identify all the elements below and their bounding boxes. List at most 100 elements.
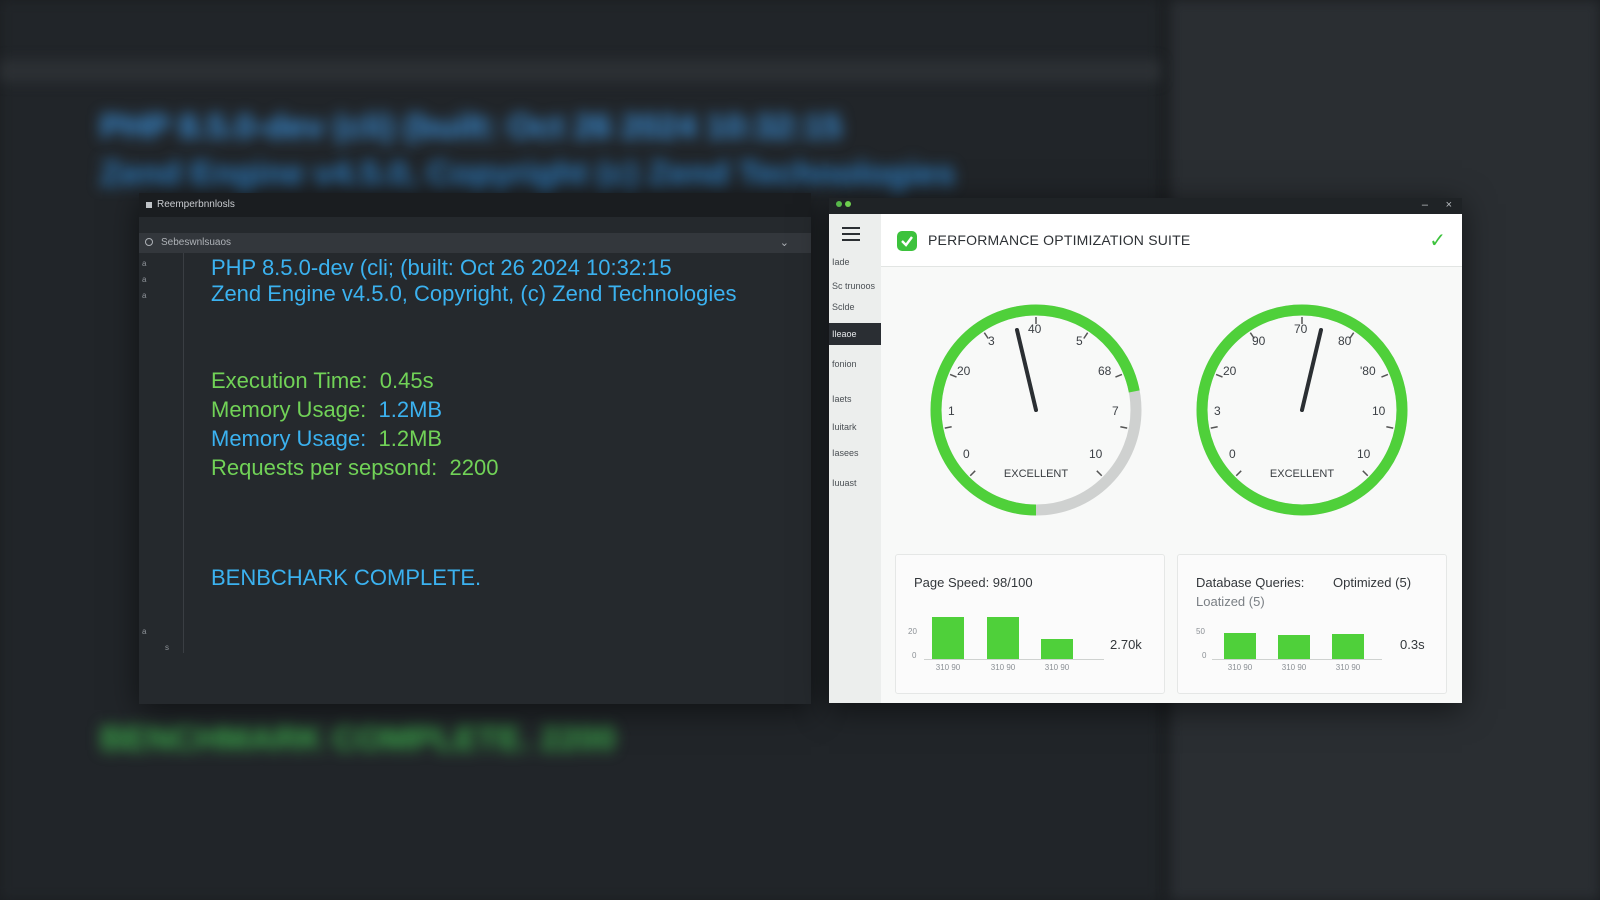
- gauge-tick-label: 90: [1252, 334, 1266, 348]
- gauge-tick: [1386, 426, 1394, 429]
- terminal-line-exec-time: Execution Time: 0.45s: [211, 368, 434, 394]
- terminal-line-zend: Zend Engine v4.5.0, Copyright, (c) Zend …: [211, 281, 737, 306]
- tab-icon: [145, 238, 153, 246]
- gauge-tick: [949, 373, 957, 378]
- window-dot[interactable]: [845, 201, 851, 207]
- gauge-tick: [1120, 426, 1128, 429]
- gauge-tick: [1215, 373, 1223, 378]
- sidebar-item[interactable]: Iuitark: [829, 422, 881, 432]
- chart-bar: [1224, 633, 1256, 659]
- y-tick: 20: [908, 627, 917, 636]
- bg-line-1: PHP 8.5.0-dev (cli) (built: Oct 26 2024 …: [100, 108, 843, 146]
- y-tick: 50: [1196, 627, 1205, 636]
- sidebar-item[interactable]: Iasees: [829, 448, 881, 458]
- line-value: 2200: [449, 455, 499, 480]
- sidebar-item[interactable]: Iuuast: [829, 478, 881, 488]
- menu-icon[interactable]: [842, 227, 860, 241]
- sidebar-item[interactable]: Iaets: [829, 394, 881, 404]
- gauge-tick-label: 10: [1089, 447, 1103, 461]
- terminal-line-complete: BENBCHARK COMPLETE.: [211, 565, 482, 590]
- line-label: Memory Usage:: [211, 397, 367, 422]
- gauge-tick-label: 7: [1112, 404, 1119, 418]
- chevron-down-icon[interactable]: ⌄: [780, 233, 789, 253]
- x-tick: 310 90: [935, 663, 961, 672]
- line-value: 1.2MB: [378, 426, 443, 451]
- x-tick: 310 90: [1227, 663, 1253, 672]
- terminal-tab-label: Sebeswnlsuaos: [161, 237, 232, 248]
- app-sidebar: Iade Sc trunoos Sclde Ileaoe fonion Iaet…: [829, 214, 882, 703]
- gauge-2: 90 70 80 20 '80 3 10 0 10 EXCELLENT: [1192, 300, 1412, 520]
- gauge-tick-label: 68: [1098, 364, 1112, 378]
- x-tick: 310 90: [1044, 663, 1070, 672]
- gauge-status: EXCELLENT: [1003, 468, 1069, 480]
- gauge-tick-label: 20: [957, 364, 971, 378]
- app-titlebar[interactable]: – ×: [829, 198, 1462, 214]
- card-title: Database Queries:: [1196, 575, 1305, 590]
- gauge-tick-label: 10: [1357, 447, 1371, 461]
- y-tick: 0: [912, 651, 917, 660]
- minimize-button[interactable]: –: [1422, 198, 1428, 212]
- bg-line-3: BENCHMARK COMPLETE. 2200: [100, 720, 616, 758]
- chart-bar: [1332, 634, 1364, 659]
- line-label: Requests per sepsond:: [211, 455, 438, 480]
- line-label: Memory Usage:: [211, 426, 367, 451]
- close-button[interactable]: ×: [1446, 198, 1452, 212]
- gauge-tick-label: 5: [1076, 334, 1083, 348]
- terminal-line-requests: Requests per sepsond: 2200: [211, 455, 498, 481]
- gutter-mark: a: [142, 291, 147, 300]
- gauge-tick-label: 70: [1294, 322, 1308, 336]
- gauge-tick-label: 20: [1223, 364, 1237, 378]
- y-tick: 0: [1202, 651, 1207, 660]
- performance-app-window: – × Iade Sc trunoos Sclde Ileaoe fonion …: [829, 198, 1462, 703]
- chart-bar: [987, 617, 1019, 659]
- terminal-app-icon: [146, 202, 152, 208]
- gauge-status: EXCELLENT: [1269, 468, 1335, 480]
- page-speed-card: Page Speed: 98/100 20 0 310 90 310 90 31…: [895, 554, 1165, 694]
- gauge-tick: [944, 426, 952, 429]
- app-header: PERFORMANCE OPTIMIZATION SUITE ✓: [881, 214, 1462, 267]
- sidebar-item[interactable]: fonion: [829, 359, 881, 369]
- terminal-title: Reemperbnnlosls: [157, 199, 235, 210]
- gauge-tick-label: 10: [1372, 404, 1386, 418]
- gutter-mark: a: [142, 259, 147, 268]
- gauge-tick-label: 0: [1229, 447, 1236, 461]
- sidebar-item[interactable]: Iade: [829, 257, 881, 267]
- line-value: 0.45s: [379, 368, 434, 393]
- sidebar-item[interactable]: Sclde: [829, 302, 881, 312]
- x-tick: 310 90: [990, 663, 1016, 672]
- chart-bar: [1278, 635, 1310, 659]
- chart-bar: [932, 617, 964, 659]
- card-title: Page Speed: 98/100: [914, 575, 1033, 590]
- card-metric: 2.70k: [1110, 637, 1142, 652]
- gauge-tick: [1210, 426, 1218, 429]
- shield-check-icon: [897, 231, 917, 251]
- gauge-1: 3 40 5 20 68 1 7 0 10 EXCELLENT: [926, 300, 1146, 520]
- x-tick: 310 90: [1335, 663, 1361, 672]
- terminal-line-memory-2: Memory Usage: 1.2MB: [211, 426, 442, 452]
- terminal-tab[interactable]: Sebeswnlsuaos ⌄: [139, 233, 811, 253]
- gauge-tick: [1381, 373, 1389, 378]
- gutter-mark: s: [165, 643, 169, 652]
- x-axis: [1212, 659, 1382, 660]
- check-icon: ✓: [1429, 230, 1446, 252]
- window-dot[interactable]: [836, 201, 842, 207]
- terminal-titlebar[interactable]: Reemperbnnlosls: [139, 193, 811, 217]
- card-subtitle: Loatized (5): [1196, 594, 1265, 609]
- gauge-tick-label: 40: [1028, 322, 1042, 336]
- terminal-gutter: a a a a s: [139, 253, 184, 653]
- sidebar-item[interactable]: Sc trunoos: [829, 281, 881, 291]
- gauge-tick-label: '80: [1360, 364, 1376, 378]
- x-axis: [924, 659, 1104, 660]
- card-metric: 0.3s: [1400, 637, 1425, 652]
- database-queries-card: Database Queries: Optimized (5) Loatized…: [1177, 554, 1447, 694]
- card-title-right: Optimized (5): [1333, 575, 1412, 590]
- gauge-tick-label: 0: [963, 447, 970, 461]
- terminal-window: Reemperbnnlosls Sebeswnlsuaos ⌄ a a a a …: [139, 193, 811, 704]
- terminal-line-php-version: PHP 8.5.0-dev (cli; (built: Oct 26 2024 …: [211, 255, 672, 280]
- app-title: PERFORMANCE OPTIMIZATION SUITE: [928, 232, 1191, 248]
- gauge-tick: [1115, 373, 1123, 378]
- chart-bar: [1041, 639, 1073, 659]
- gauge-tick-label: 1: [948, 404, 955, 418]
- gauge-tick-label: 3: [988, 334, 995, 348]
- sidebar-item-active[interactable]: Ileaoe: [829, 323, 881, 345]
